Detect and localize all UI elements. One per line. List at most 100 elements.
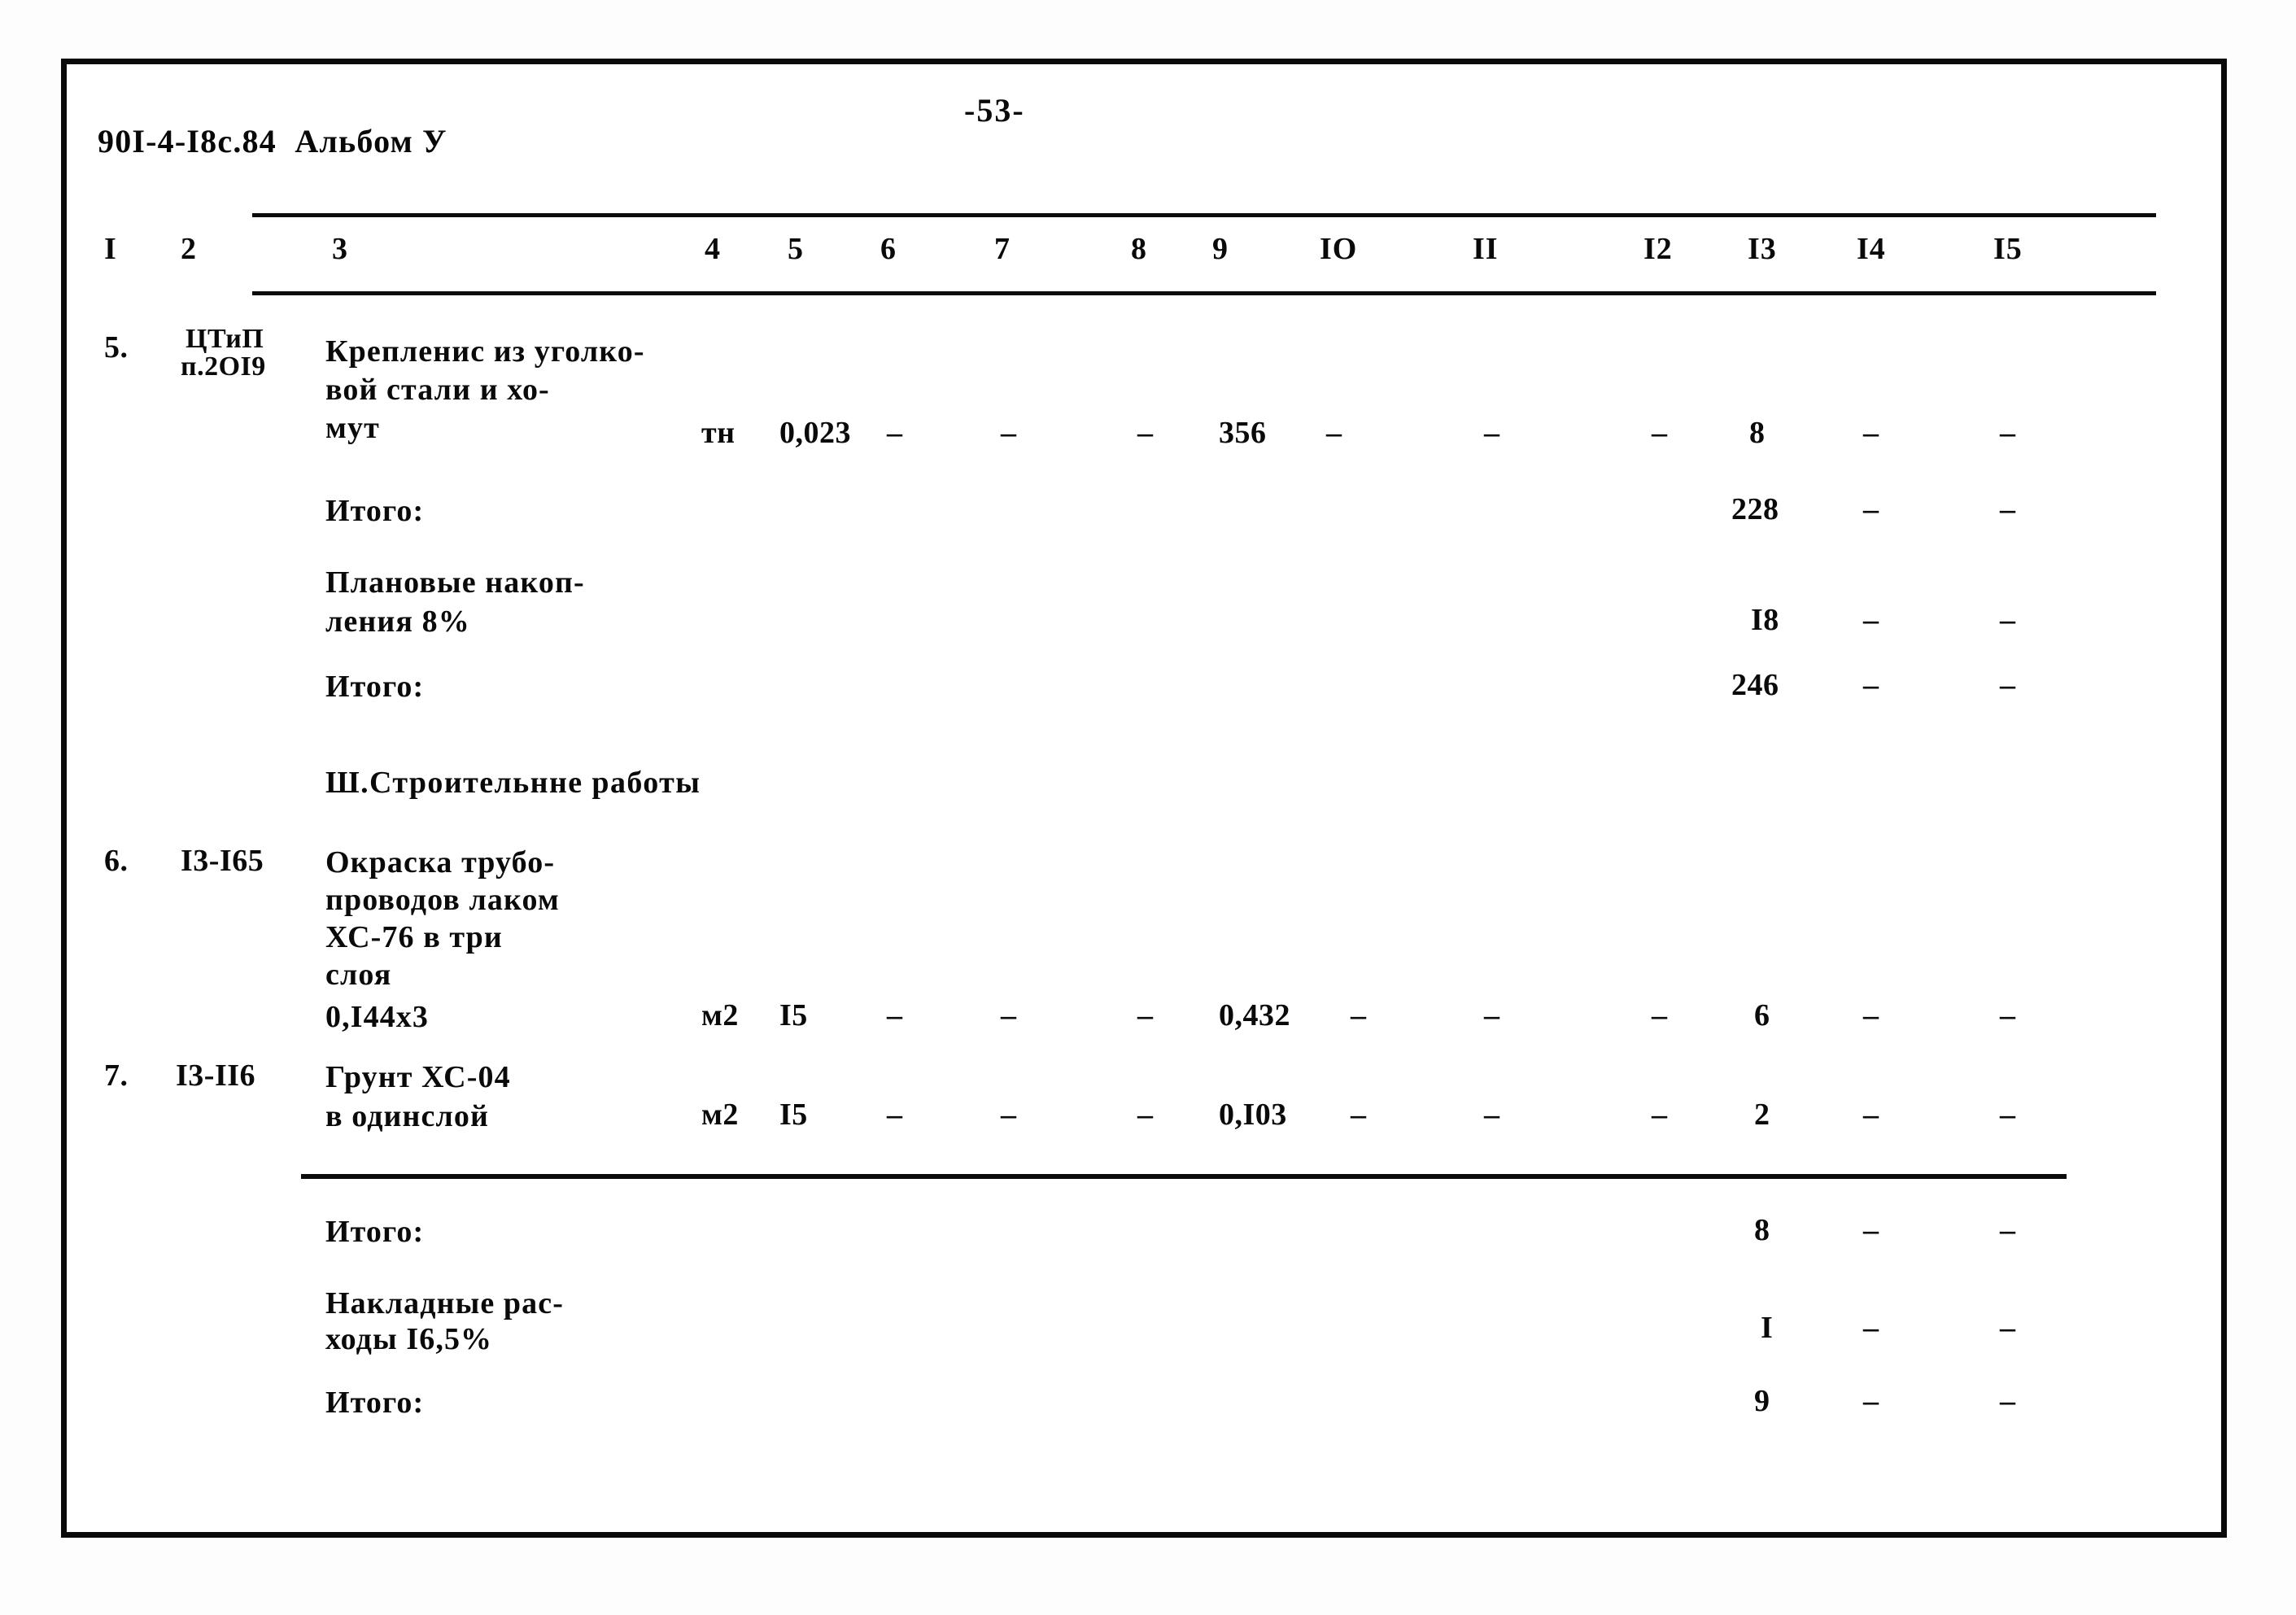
row-5-col14-value: – <box>1863 416 1879 450</box>
row-6-description-line4: слоя <box>325 958 392 992</box>
column-header-9: 9 <box>1212 232 1229 266</box>
row-7-col5-value: I5 <box>779 1098 808 1132</box>
planned-savings-line2: ления 8% <box>325 605 470 639</box>
row-6-col8-value: – <box>1137 998 1153 1032</box>
subtotal-2-col14: – <box>1863 668 1879 702</box>
planned-savings-col13: I8 <box>1751 603 1779 637</box>
column-header-4: 4 <box>705 232 721 266</box>
row-6-col6-value: – <box>887 998 902 1032</box>
row-6-description-line2: проводов лаком <box>325 883 560 917</box>
row-5-description-line2: вой стали и хо- <box>325 373 550 407</box>
row-7-col12-value: – <box>1652 1098 1667 1132</box>
row-5-description-line3: мут <box>325 411 380 445</box>
row-7-description-line1: Грунт ХС-04 <box>325 1060 511 1094</box>
column-header-8: 8 <box>1131 232 1147 266</box>
row-5-col13-value: 8 <box>1749 416 1766 450</box>
row-7-col9-value: 0,I03 <box>1219 1098 1287 1132</box>
table-top-rule <box>252 213 2156 217</box>
subtotal-4-col15: – <box>2000 1384 2015 1418</box>
row-7-code: I3-II6 <box>176 1058 256 1093</box>
row-6-col10-value: – <box>1351 998 1366 1032</box>
subtotal-1-col14: – <box>1863 492 1879 526</box>
subtotal-3-label: Итого: <box>325 1215 425 1249</box>
column-header-12: I2 <box>1643 232 1673 266</box>
subtotal-1-col15: – <box>2000 492 2015 526</box>
column-header-13: I3 <box>1748 232 1777 266</box>
column-header-14: I4 <box>1857 232 1886 266</box>
page-number: -53- <box>964 92 1025 129</box>
planned-savings-col14: – <box>1863 603 1879 637</box>
overhead-col15: – <box>2000 1311 2015 1345</box>
scanned-page: 90I-4-I8с.84 Альбом У -53- I 2 3 4 5 6 7… <box>0 0 2296 1615</box>
row-5-col8-value: – <box>1137 416 1153 450</box>
row-6-description-line3: ХС-76 в три <box>325 920 503 954</box>
subtotal-1-label: Итого: <box>325 494 425 528</box>
subtotal-3-col14: – <box>1863 1213 1879 1247</box>
column-header-11: II <box>1473 232 1499 266</box>
document-code: 90I-4-I8с.84 Альбом У <box>98 123 447 159</box>
subtotal-1-col13: 228 <box>1731 492 1779 526</box>
row-5-description-line1: Крепленис из уголко- <box>325 334 645 369</box>
row-5-col9-value: 356 <box>1219 416 1267 450</box>
column-header-6: 6 <box>880 232 897 266</box>
row-6-col12-value: – <box>1652 998 1667 1032</box>
column-header-1: I <box>104 232 117 266</box>
row-6-unit: м2 <box>701 998 739 1032</box>
row-5-col12-value: – <box>1652 416 1667 450</box>
subtotal-4-col13: 9 <box>1754 1384 1770 1418</box>
row-6-col5-value: I5 <box>779 998 808 1032</box>
table-header-rule <box>252 291 2156 295</box>
row-6-code: I3-I65 <box>181 844 264 878</box>
row-7-col8-value: – <box>1137 1098 1153 1132</box>
row-5-code-line1: ЦТиП <box>186 324 264 354</box>
row-5-number: 5. <box>104 330 129 364</box>
overhead-line1: Накладные рас- <box>325 1286 564 1320</box>
row-6-col15-value: – <box>2000 998 2015 1032</box>
row-7-col11-value: – <box>1484 1098 1499 1132</box>
row-7-col13-value: 2 <box>1754 1098 1770 1132</box>
row-6-col14-value: – <box>1863 998 1879 1032</box>
row-6-col11-value: – <box>1484 998 1499 1032</box>
column-header-2: 2 <box>181 232 197 266</box>
row-7-unit: м2 <box>701 1098 739 1132</box>
planned-savings-col15: – <box>2000 603 2015 637</box>
row-7-col10-value: – <box>1351 1098 1366 1132</box>
row-5-col11-value: – <box>1484 416 1499 450</box>
row-6-formula: 0,I44х3 <box>325 1000 429 1034</box>
row-5-col7-value: – <box>1001 416 1016 450</box>
row-6-col9-value: 0,432 <box>1219 998 1290 1032</box>
row-5-col5-value: 0,023 <box>779 416 851 450</box>
overhead-col13: I <box>1761 1311 1774 1345</box>
section-heading: Ш.Строительнне работы <box>325 766 701 800</box>
row-6-col13-value: 6 <box>1754 998 1770 1032</box>
row-6-description-line1: Окраска трубо- <box>325 845 556 880</box>
subtotal-2-col13: 246 <box>1731 668 1779 702</box>
overhead-col14: – <box>1863 1311 1879 1345</box>
row-7-col6-value: – <box>887 1098 902 1132</box>
subtotal-4-label: Итого: <box>325 1386 425 1420</box>
row-5-col10-value: – <box>1326 416 1342 450</box>
row-7-col14-value: – <box>1863 1098 1879 1132</box>
column-header-3: 3 <box>332 232 348 266</box>
row-5-code-line2: п.2OI9 <box>181 351 266 382</box>
row-7-description-line2: в одинслой <box>325 1099 490 1133</box>
row-5-col6-value: – <box>887 416 902 450</box>
column-header-7: 7 <box>994 232 1011 266</box>
row-5-unit: тн <box>701 416 736 450</box>
row-6-number: 6. <box>104 844 129 878</box>
row-7-col7-value: – <box>1001 1098 1016 1132</box>
row-7-number: 7. <box>104 1058 129 1093</box>
table-subtotal-rule <box>301 1174 2067 1179</box>
column-header-10: IO <box>1320 232 1358 266</box>
subtotal-4-col14: – <box>1863 1384 1879 1418</box>
subtotal-2-col15: – <box>2000 668 2015 702</box>
planned-savings-line1: Плановые накоп- <box>325 565 585 600</box>
row-5-col15-value: – <box>2000 416 2015 450</box>
subtotal-3-col15: – <box>2000 1213 2015 1247</box>
subtotal-2-label: Итого: <box>325 670 425 704</box>
overhead-line2: ходы I6,5% <box>325 1322 493 1356</box>
column-header-5: 5 <box>788 232 804 266</box>
column-header-15: I5 <box>1993 232 2023 266</box>
subtotal-3-col13: 8 <box>1754 1213 1770 1247</box>
row-7-col15-value: – <box>2000 1098 2015 1132</box>
